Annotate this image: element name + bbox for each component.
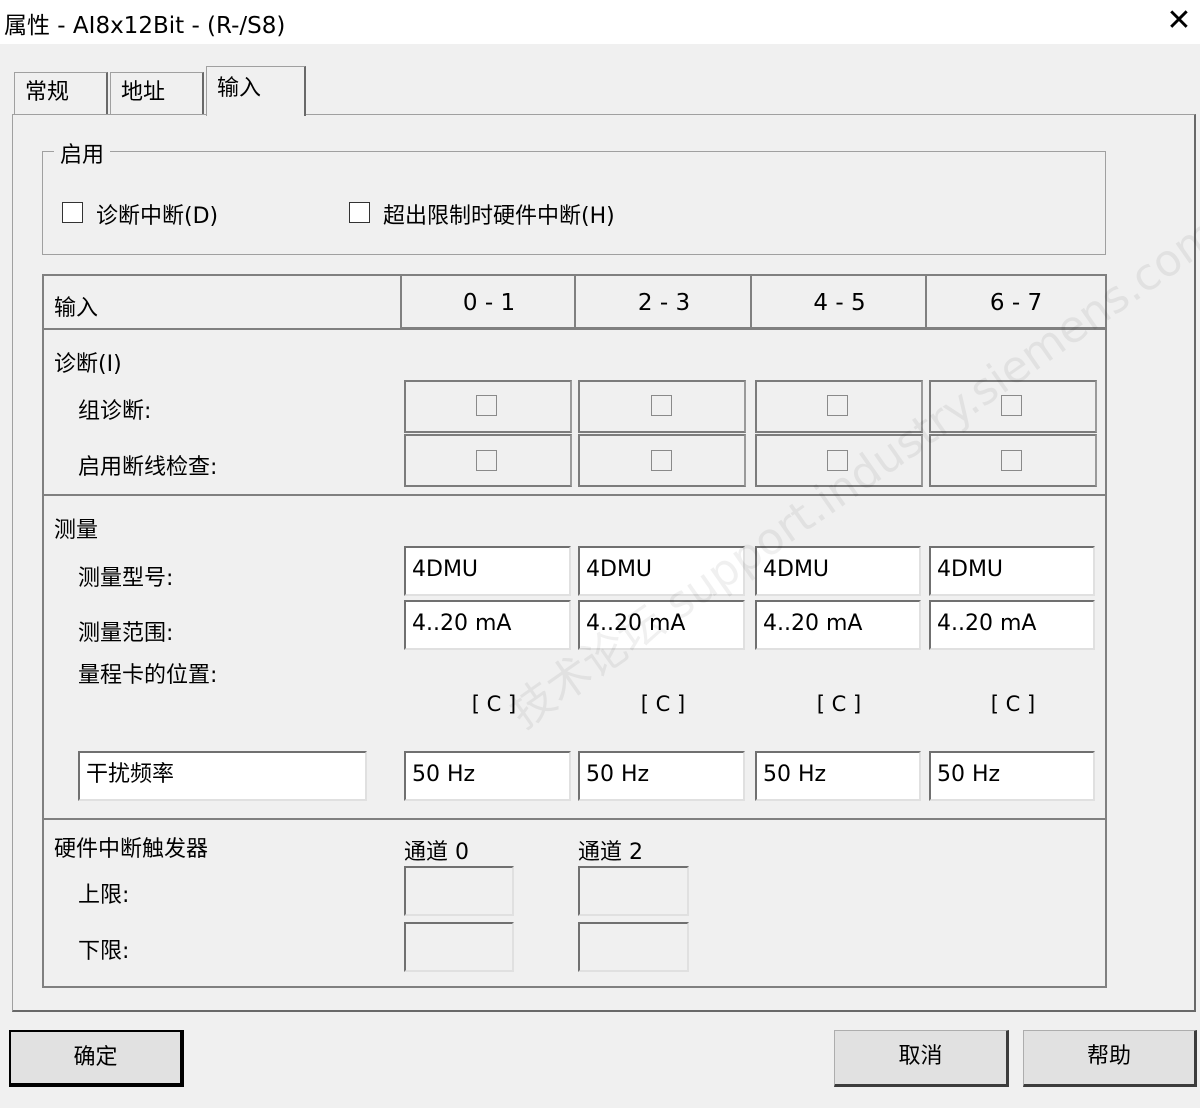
tab-address[interactable]: 地址 <box>110 72 204 114</box>
column-header-2-3[interactable]: 2 - 3 <box>574 276 752 330</box>
channel-2-label: 通道 2 <box>578 840 643 865</box>
measurement-type-6-7[interactable]: 4DMU <box>929 546 1095 596</box>
limit-hw-interrupt-label: 超出限制时硬件中断(H) <box>383 204 615 229</box>
header-divider <box>44 328 402 330</box>
upper-limit-channel-0[interactable] <box>404 866 514 916</box>
measurement-range-6-7[interactable]: 4..20 mA <box>929 600 1095 650</box>
card-position-6-7: [ C ] <box>990 692 1036 716</box>
column-header-6-7[interactable]: 6 - 7 <box>925 276 1105 330</box>
interference-frequency-0-1[interactable]: 50 Hz <box>404 751 571 801</box>
ok-button[interactable]: 确定 <box>9 1030 184 1087</box>
wire-break-label: 启用断线检查: <box>78 455 218 480</box>
table-header-label: 输入 <box>54 296 99 321</box>
group-diag-checkbox-0-1[interactable] <box>476 395 497 416</box>
hw-interrupt-title: 硬件中断触发器 <box>54 837 209 862</box>
channel-0-label: 通道 0 <box>404 840 469 865</box>
diagnostics-title: 诊断(I) <box>54 352 122 377</box>
card-position-label: 量程卡的位置: <box>78 663 218 688</box>
lower-limit-channel-0[interactable] <box>404 922 514 972</box>
section-divider <box>44 494 1105 496</box>
measurement-type-0-1[interactable]: 4DMU <box>404 546 571 596</box>
lower-limit-label: 下限: <box>78 939 130 964</box>
card-position-2-3: [ C ] <box>640 692 686 716</box>
diag-interrupt-label: 诊断中断(D) <box>96 204 219 229</box>
measurement-range-0-1[interactable]: 4..20 mA <box>404 600 571 650</box>
group-diag-label: 组诊断: <box>78 399 152 424</box>
tab-general[interactable]: 常规 <box>14 72 108 114</box>
section-divider <box>44 818 1105 820</box>
measurement-title: 测量 <box>54 518 99 543</box>
interference-frequency-6-7[interactable]: 50 Hz <box>929 751 1095 801</box>
wire-break-checkbox-4-5[interactable] <box>827 450 848 471</box>
measurement-range-4-5[interactable]: 4..20 mA <box>755 600 921 650</box>
group-diag-checkbox-4-5[interactable] <box>827 395 848 416</box>
enable-group-title: 启用 <box>54 137 111 169</box>
column-header-0-1[interactable]: 0 - 1 <box>400 276 576 330</box>
wire-break-checkbox-0-1[interactable] <box>476 450 497 471</box>
measurement-range-2-3[interactable]: 4..20 mA <box>578 600 745 650</box>
lower-limit-channel-2[interactable] <box>578 922 689 972</box>
card-position-4-5: [ C ] <box>816 692 862 716</box>
upper-limit-channel-2[interactable] <box>578 866 689 916</box>
column-header-4-5[interactable]: 4 - 5 <box>750 276 927 330</box>
interference-frequency-4-5[interactable]: 50 Hz <box>755 751 921 801</box>
close-icon[interactable]: ✕ <box>1164 4 1194 38</box>
measurement-type-4-5[interactable]: 4DMU <box>755 546 921 596</box>
cancel-button[interactable]: 取消 <box>834 1030 1009 1087</box>
upper-limit-label: 上限: <box>78 883 130 908</box>
group-diag-checkbox-2-3[interactable] <box>651 395 672 416</box>
wire-break-checkbox-6-7[interactable] <box>1001 450 1022 471</box>
interference-frequency-2-3[interactable]: 50 Hz <box>578 751 745 801</box>
interference-frequency-label: 干扰频率 <box>78 751 367 801</box>
group-diag-checkbox-6-7[interactable] <box>1001 395 1022 416</box>
help-button[interactable]: 帮助 <box>1023 1030 1197 1087</box>
card-position-0-1: [ C ] <box>471 692 517 716</box>
measurement-range-label: 测量范围: <box>78 621 174 646</box>
diag-interrupt-checkbox[interactable] <box>62 202 83 223</box>
measurement-type-2-3[interactable]: 4DMU <box>578 546 745 596</box>
measurement-type-label: 测量型号: <box>78 566 174 591</box>
window-title: 属性 - AI8x12Bit - (R-/S8) <box>4 13 286 39</box>
limit-hw-interrupt-checkbox[interactable] <box>349 202 370 223</box>
tab-input[interactable]: 输入 <box>206 66 306 116</box>
wire-break-checkbox-2-3[interactable] <box>651 450 672 471</box>
